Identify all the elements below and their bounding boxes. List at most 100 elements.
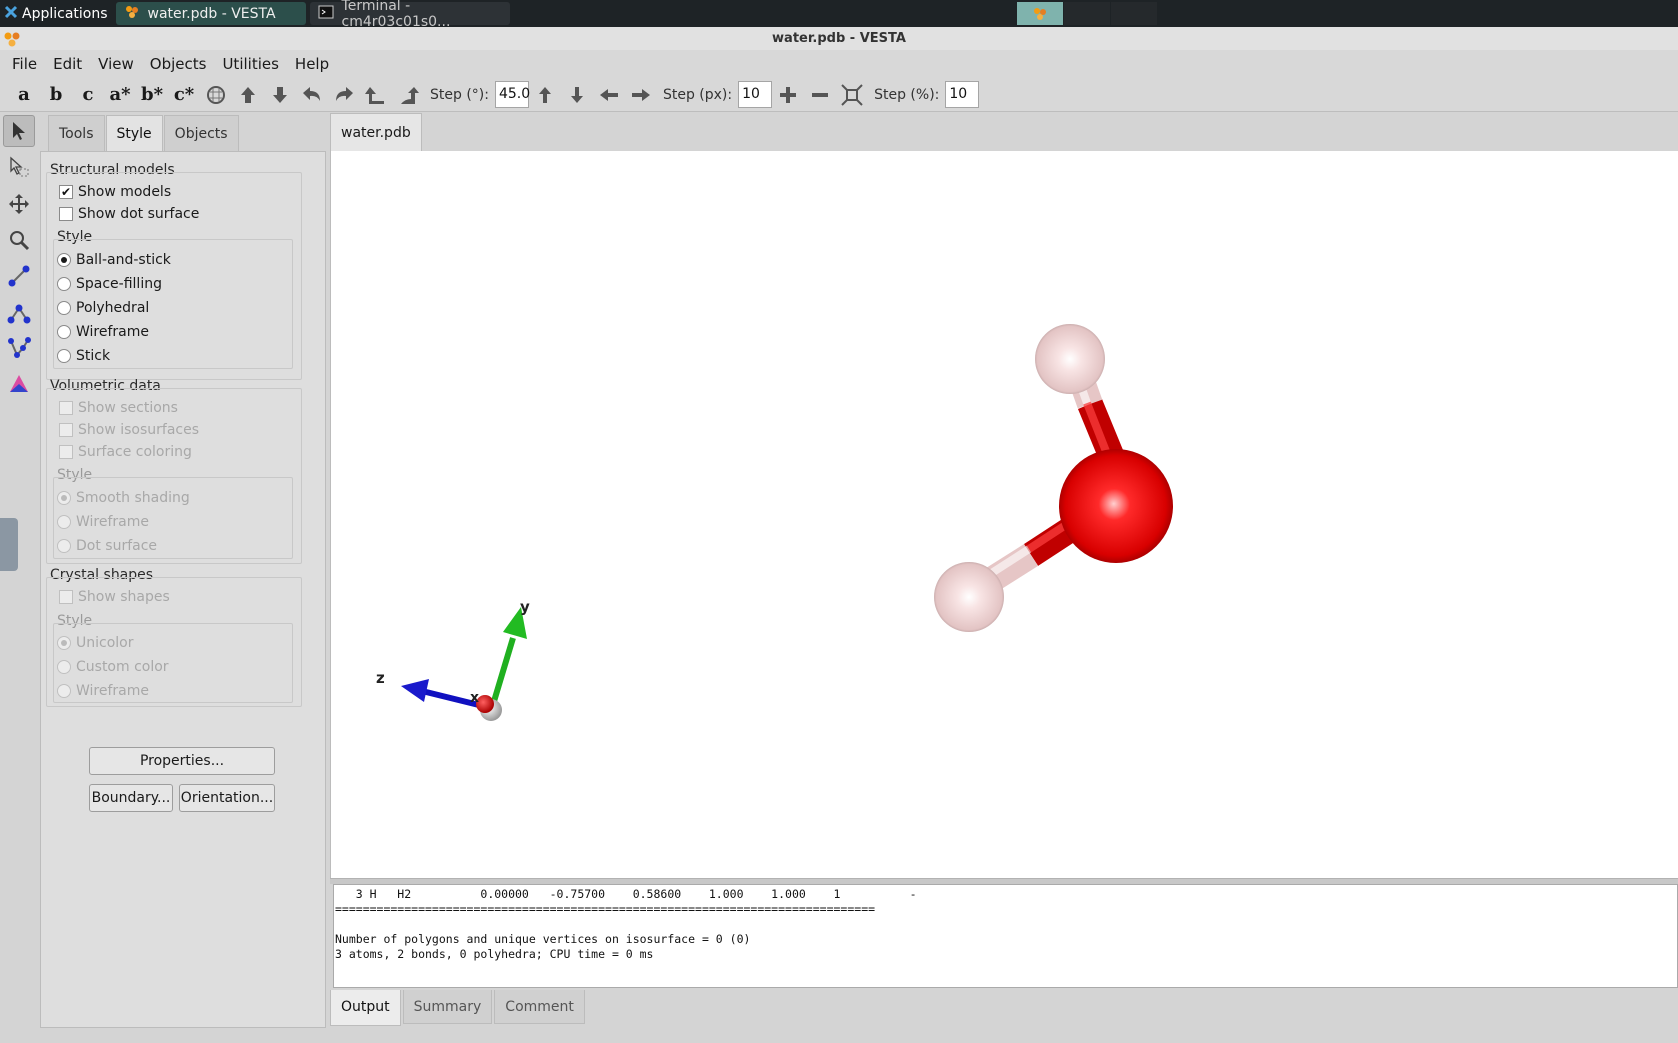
vol-radio-wireframe[interactable]: Wireframe bbox=[57, 511, 149, 533]
task-terminal[interactable]: Terminal - cm4r03c01s0... bbox=[309, 0, 510, 30]
translate-left-icon[interactable] bbox=[593, 80, 625, 110]
step-degree-input[interactable]: 45.0 bbox=[494, 81, 530, 108]
radio-icon bbox=[57, 684, 71, 698]
view-along-b-button[interactable]: b bbox=[40, 80, 72, 110]
standard-orientation-icon[interactable] bbox=[200, 80, 232, 110]
output-line: ========================================… bbox=[335, 902, 876, 916]
output-line: 3 atoms, 2 bonds, 0 polyhedra; CPU time … bbox=[335, 947, 654, 961]
rotate-cw-icon[interactable] bbox=[392, 80, 424, 110]
menu-utilities[interactable]: Utilities bbox=[214, 50, 286, 78]
output-log[interactable]: 3 H H2 0.00000 -0.75700 0.58600 1.000 1.… bbox=[333, 884, 1678, 988]
show-shapes-checkbox[interactable]: Show shapes bbox=[59, 586, 170, 608]
rotate-right-icon[interactable] bbox=[328, 80, 360, 110]
checkbox-box bbox=[59, 445, 73, 459]
show-dot-surface-checkbox[interactable]: Show dot surface bbox=[59, 203, 199, 225]
distance-tool-icon[interactable] bbox=[3, 260, 35, 292]
show-isosurfaces-checkbox[interactable]: Show isosurfaces bbox=[59, 419, 199, 441]
vol-radio-smooth-shading[interactable]: Smooth shading bbox=[57, 487, 190, 509]
rotate-down-icon[interactable] bbox=[264, 80, 296, 110]
vol-radio-dot-surface[interactable]: Dot surface bbox=[57, 535, 157, 557]
show-shapes-label: Show shapes bbox=[78, 589, 170, 605]
document-tab[interactable]: water.pdb bbox=[330, 113, 422, 151]
menu-file[interactable]: File bbox=[4, 50, 45, 78]
surface-coloring-checkbox[interactable]: Surface coloring bbox=[59, 441, 192, 463]
tab-objects[interactable]: Objects bbox=[163, 115, 239, 151]
tab-style[interactable]: Style bbox=[105, 115, 163, 153]
select-tool-icon[interactable] bbox=[3, 115, 35, 147]
applications-menu[interactable]: Applications bbox=[0, 0, 112, 27]
rotate-up-icon[interactable] bbox=[232, 80, 264, 110]
step-percent-label: Step (%): bbox=[874, 86, 940, 103]
view-along-c-button[interactable]: c bbox=[72, 80, 104, 110]
menu-help[interactable]: Help bbox=[287, 50, 337, 78]
region-select-tool-icon[interactable] bbox=[3, 151, 35, 183]
structure-viewport[interactable]: y z x bbox=[330, 151, 1678, 878]
view-along-c-star-button[interactable]: c* bbox=[168, 80, 200, 110]
show-models-checkbox[interactable]: ✔ Show models bbox=[59, 181, 171, 203]
view-along-a-button[interactable]: a bbox=[8, 80, 40, 110]
taskbar: Applications water.pdb - VESTA Terminal … bbox=[0, 0, 1678, 30]
radio-selected-icon bbox=[57, 636, 71, 650]
style-radio-wireframe[interactable]: Wireframe bbox=[57, 321, 149, 343]
translate-right-icon[interactable] bbox=[625, 80, 657, 110]
tab-summary[interactable]: Summary bbox=[402, 990, 493, 1024]
boundary-button[interactable]: Boundary... bbox=[89, 784, 173, 812]
zoom-in-icon[interactable] bbox=[772, 80, 804, 110]
tab-output[interactable]: Output bbox=[330, 990, 401, 1026]
menu-edit[interactable]: Edit bbox=[45, 50, 90, 78]
style-radio-space-filling[interactable]: Space-filling bbox=[57, 273, 162, 295]
crystal-radio-custom-color[interactable]: Custom color bbox=[57, 656, 169, 678]
vesta-mini-icon bbox=[1034, 7, 1046, 20]
translate-up-icon[interactable] bbox=[529, 80, 561, 110]
workspace-2[interactable] bbox=[1064, 2, 1110, 25]
radio-icon bbox=[57, 277, 71, 291]
style-radio-stick[interactable]: Stick bbox=[57, 345, 110, 367]
crystal-radio-unicolor[interactable]: Unicolor bbox=[57, 632, 133, 654]
view-along-a-star-button[interactable]: a* bbox=[104, 80, 136, 110]
radio-selected-icon bbox=[57, 491, 71, 505]
style-radio-ball-and-stick[interactable]: Ball-and-stick bbox=[57, 249, 171, 271]
fit-to-screen-icon[interactable] bbox=[836, 80, 868, 110]
axes-indicator bbox=[401, 607, 527, 721]
magnify-tool-icon[interactable] bbox=[3, 224, 35, 256]
dihedral-tool-icon[interactable] bbox=[3, 332, 35, 364]
rotate-left-icon[interactable] bbox=[296, 80, 328, 110]
step-px-input[interactable]: 10 bbox=[738, 81, 773, 108]
angle-tool-icon[interactable] bbox=[3, 296, 35, 328]
hydrogen-atom-2 bbox=[934, 562, 1004, 632]
side-panel: Tools Style Objects Structural models ✔ … bbox=[40, 113, 326, 1028]
surface-coloring-label: Surface coloring bbox=[78, 444, 192, 460]
orientation-button[interactable]: Orientation... bbox=[179, 784, 275, 812]
workspace-3[interactable] bbox=[1111, 2, 1157, 25]
zoom-out-icon[interactable] bbox=[804, 80, 836, 110]
step-percent-input[interactable]: 10 bbox=[945, 81, 980, 108]
radio-icon bbox=[57, 660, 71, 674]
tool-strip-handle[interactable] bbox=[0, 518, 18, 571]
tab-tools[interactable]: Tools bbox=[48, 115, 105, 151]
show-sections-checkbox[interactable]: Show sections bbox=[59, 397, 178, 419]
translate-tool-icon[interactable] bbox=[3, 188, 35, 220]
lattice-plane-tool-icon[interactable] bbox=[3, 368, 35, 400]
crystal-option-label: Custom color bbox=[76, 659, 169, 675]
step-px-label: Step (px): bbox=[662, 86, 733, 103]
terminal-icon bbox=[318, 4, 334, 24]
menu-view[interactable]: View bbox=[90, 50, 142, 78]
axis-label-x: x bbox=[470, 690, 479, 706]
style-radio-polyhedral[interactable]: Polyhedral bbox=[57, 297, 149, 319]
radio-icon bbox=[57, 349, 71, 363]
task-vesta[interactable]: water.pdb - VESTA bbox=[115, 2, 306, 25]
tab-comment[interactable]: Comment bbox=[494, 990, 585, 1024]
workspace-1[interactable] bbox=[1017, 2, 1063, 25]
oxygen-atom bbox=[1059, 449, 1173, 563]
translate-down-icon[interactable] bbox=[561, 80, 593, 110]
menu-objects[interactable]: Objects bbox=[142, 50, 215, 78]
step-degree-label: Step (°): bbox=[430, 86, 489, 103]
properties-button[interactable]: Properties... bbox=[89, 747, 275, 775]
output-line: Number of polygons and unique vertices o… bbox=[335, 932, 751, 946]
workspace-pager[interactable] bbox=[1017, 2, 1158, 25]
view-along-b-star-button[interactable]: b* bbox=[136, 80, 168, 110]
rotate-ccw-icon[interactable] bbox=[360, 80, 392, 110]
crystal-radio-wireframe[interactable]: Wireframe bbox=[57, 680, 149, 702]
output-line: 3 H H2 0.00000 -0.75700 0.58600 1.000 1.… bbox=[335, 887, 917, 901]
